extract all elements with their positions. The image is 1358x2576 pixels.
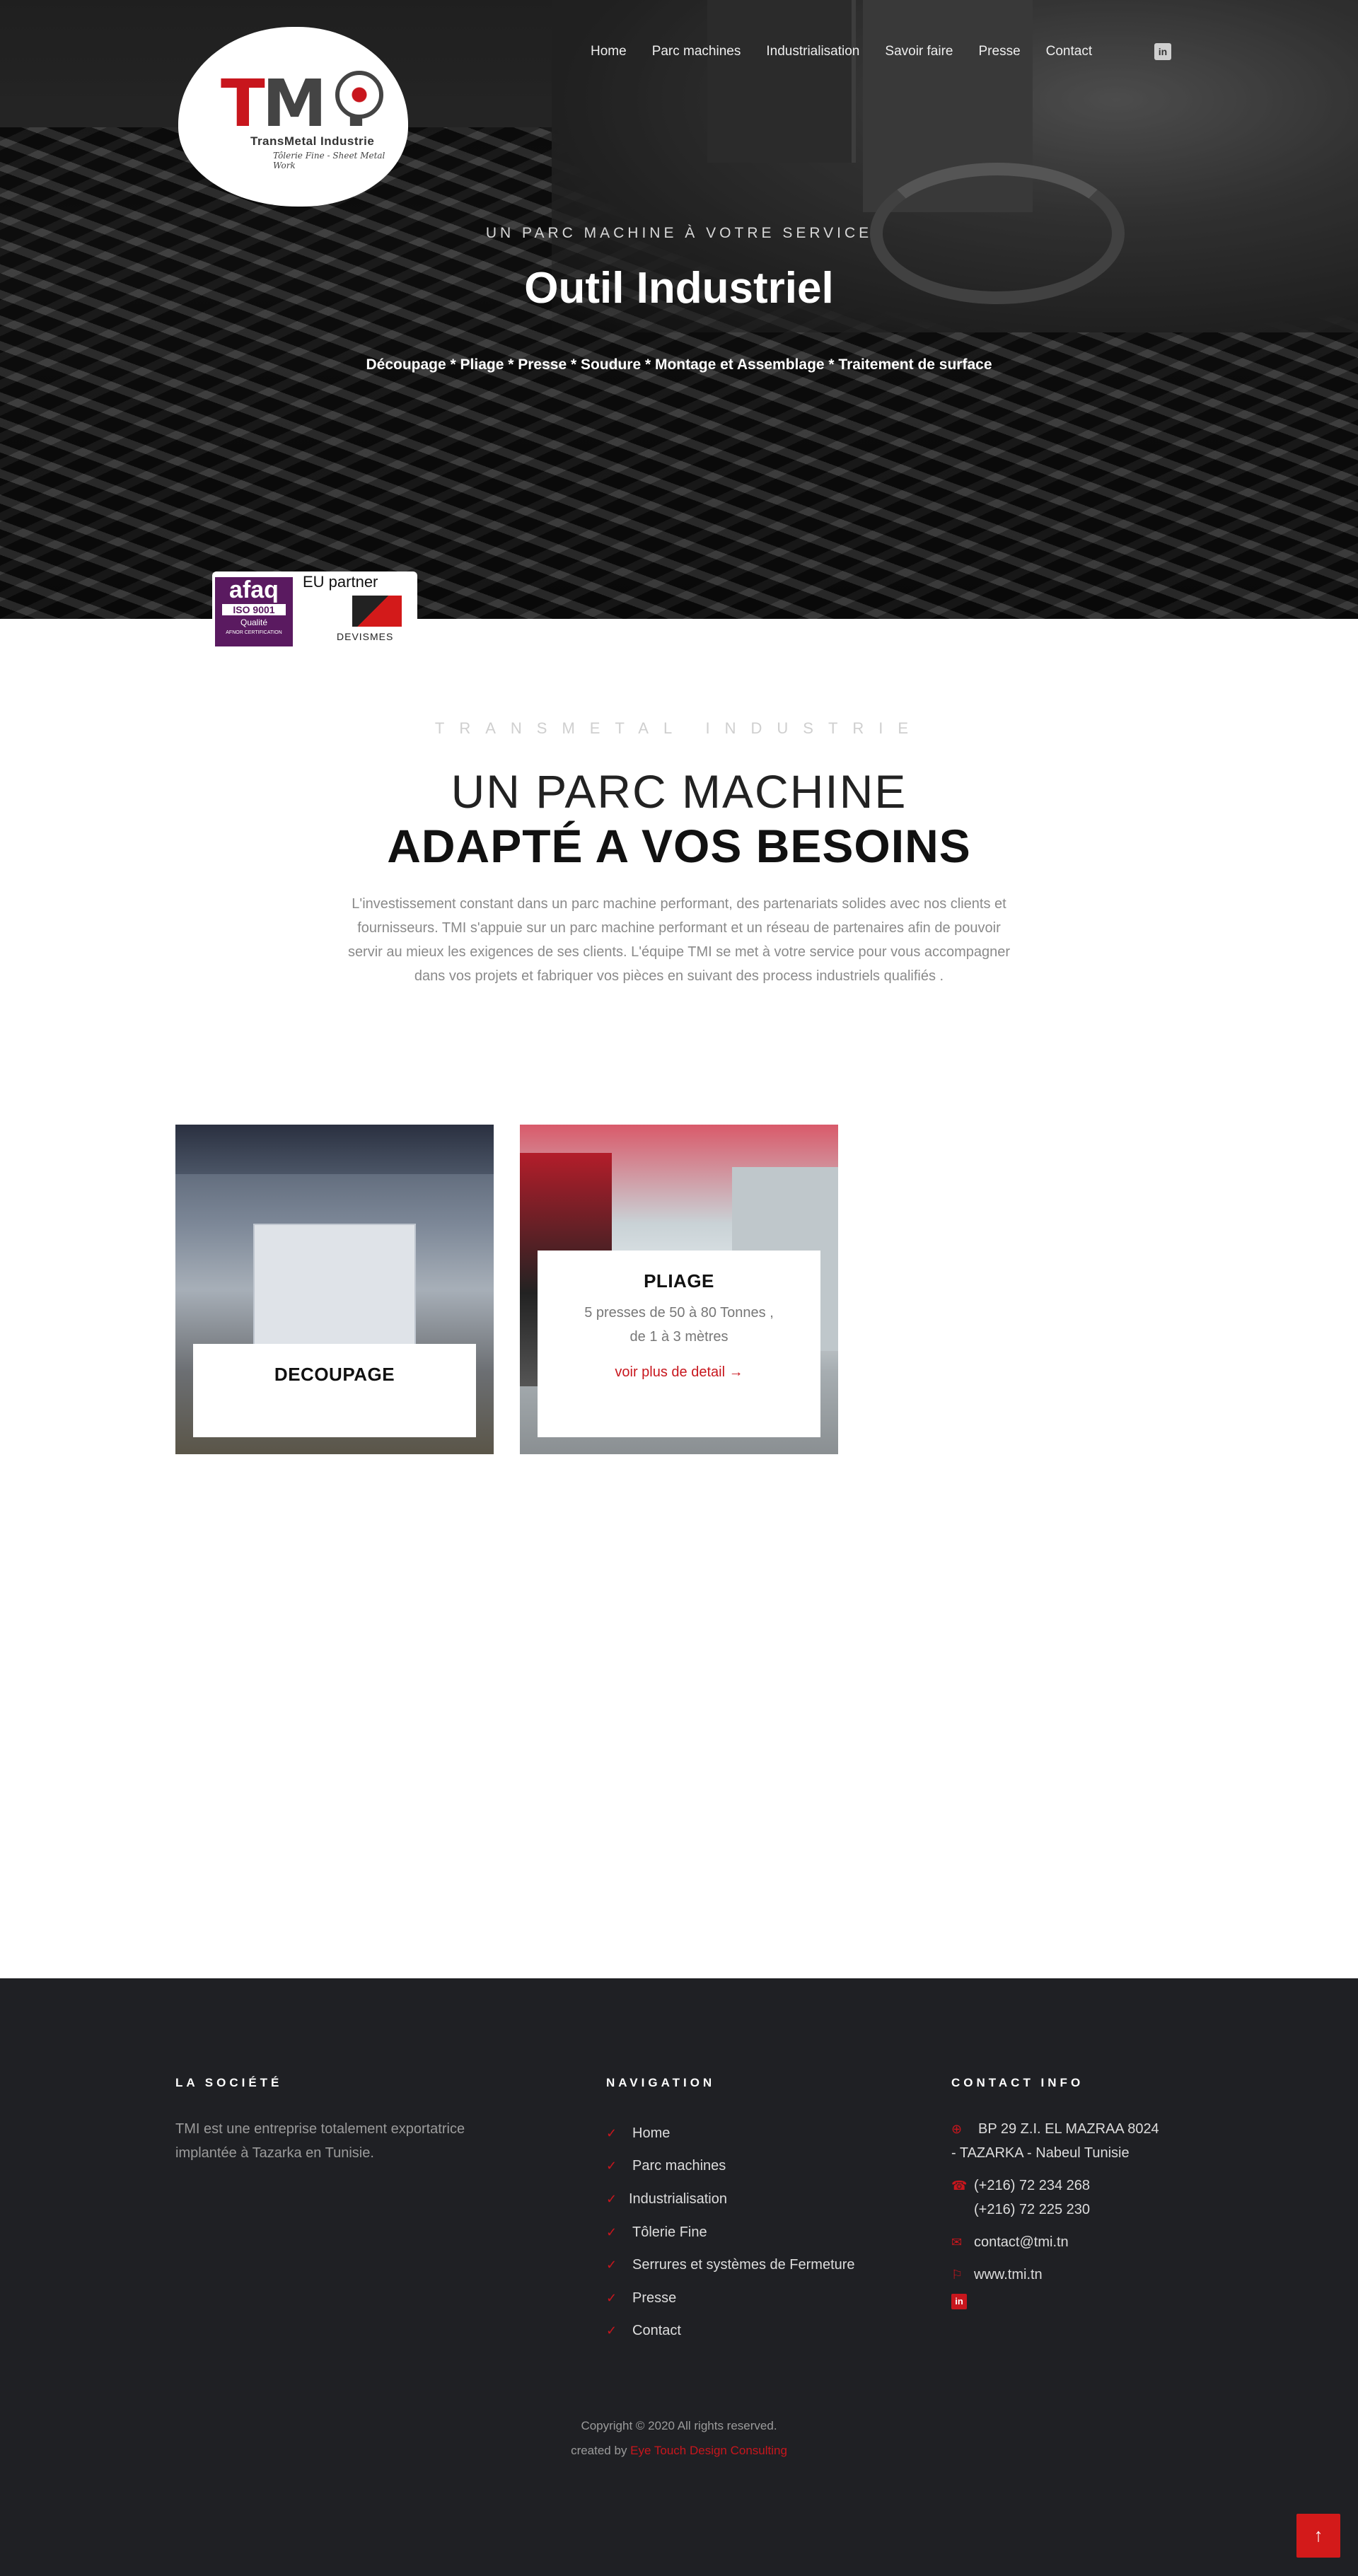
footer-nav: ✓ Home ✓ Parc machines ✓ Industrialisation … — [606, 2117, 855, 2348]
copyright: Copyright © 2020 All rights reserved. cr… — [571, 2419, 787, 2457]
card-description: 5 presses de 50 à 80 Tonnes , de 1 à 3 m… — [584, 1305, 774, 1345]
check-icon: ✓ — [606, 2125, 617, 2140]
contact-address: ⊕ BP 29 Z.I. EL MAZRAA 8024 - TAZARKA - N… — [951, 2117, 1163, 2165]
flag-icon: ⚐ — [951, 2268, 963, 2282]
contact-phone: ☎ (+216) 72 234 268 (+216) 72 225 230 — [951, 2174, 1163, 2222]
contact-email[interactable]: ✉ contact@tmi.tn — [951, 2230, 1163, 2254]
machine-card-decoupage[interactable]: DECOUPAGE — [175, 1125, 494, 1454]
certification-badges: afaq ISO 9001 Qualité AFNOR CERTIFICATIO… — [212, 572, 417, 651]
check-icon: ✓ — [606, 2159, 617, 2174]
nav-presse[interactable]: Presse — [979, 44, 1021, 59]
section-title-bold: ADAPTÉ A VOS BESOINS — [387, 820, 971, 872]
footer-nav-home[interactable]: ✓ Home — [606, 2117, 855, 2150]
nav-contact[interactable]: Contact — [1046, 44, 1092, 59]
footer-contact: ⊕ BP 29 Z.I. EL MAZRAA 8024 - TAZARKA - N… — [951, 2117, 1163, 2312]
check-icon: ✓ — [606, 2258, 617, 2273]
back-to-top-button[interactable]: ↑ — [1296, 2514, 1340, 2558]
footer-nav-serrures[interactable]: ✓ Serrures et systèmes de Fermeture — [606, 2249, 855, 2282]
nav-industrialisation[interactable]: Industrialisation — [766, 44, 859, 59]
card-title: PLIAGE — [644, 1270, 714, 1292]
arrow-up-icon: ↑ — [1313, 2524, 1323, 2546]
card-caption: DECOUPAGE — [193, 1344, 476, 1437]
footer-linkedin-icon[interactable]: in — [951, 2294, 967, 2309]
main-nav: Home Parc machines Industrialisation Sav… — [591, 44, 1118, 59]
footer-about-heading: LA SOCIÉTÉ — [175, 2076, 283, 2089]
hero-banner: TM I TransMetal Industrie Tôlerie Fine -… — [0, 0, 1358, 619]
card-more-link[interactable]: voir plus de detail → — [615, 1364, 743, 1381]
check-icon: ✓ — [606, 2224, 617, 2239]
card-photo — [253, 1224, 416, 1351]
footer-about-text: TMI est une entreprise totalement export… — [175, 2121, 465, 2161]
linkedin-icon[interactable]: in — [1154, 43, 1171, 60]
devismes-label: DEVISMES — [337, 631, 394, 642]
eu-partner-label: EU partner — [303, 573, 378, 591]
devismes-logo — [352, 596, 402, 627]
check-icon: ✓ — [606, 2191, 617, 2206]
card-caption: PLIAGE 5 presses de 50 à 80 Tonnes , de … — [538, 1251, 820, 1437]
nav-savoir-faire[interactable]: Savoir faire — [885, 44, 953, 59]
intro-paragraph: L'investissement constant dans un parc m… — [347, 896, 1011, 984]
footer-nav-heading: NAVIGATION — [606, 2076, 716, 2089]
footer-nav-presse[interactable]: ✓ Presse — [606, 2282, 855, 2315]
agency-link[interactable]: Eye Touch Design Consulting — [630, 2444, 787, 2457]
nav-home[interactable]: Home — [591, 44, 627, 59]
location-icon: ⊕ — [951, 2122, 963, 2136]
contact-website[interactable]: ⚐ www.tmi.tn — [951, 2263, 1163, 2287]
hero-services: Découpage * Pliage * Presse * Soudure * … — [366, 356, 992, 373]
site-logo[interactable]: TM I TransMetal Industrie Tôlerie Fine -… — [178, 27, 408, 204]
hero-title: Outil Industriel — [524, 264, 834, 313]
check-icon: ✓ — [606, 2290, 617, 2305]
footer-contact-heading: CONTACT INFO — [951, 2076, 1084, 2089]
footer-nav-tolerie[interactable]: ✓ Tôlerie Fine — [606, 2216, 855, 2249]
section-kicker: TRANSMETAL INDUSTRIE — [434, 719, 924, 737]
logo-tagline: Tôlerie Fine - Sheet Metal Work — [273, 151, 385, 170]
footer-nav-industrialisation[interactable]: ✓ Industrialisation — [606, 2183, 855, 2216]
nav-parc-machines[interactable]: Parc machines — [652, 44, 741, 59]
logo-name: TransMetal Industrie — [250, 134, 375, 148]
mail-icon: ✉ — [951, 2235, 963, 2249]
footer-nav-parc-machines[interactable]: ✓ Parc machines — [606, 2150, 855, 2183]
logo-circle-icon — [335, 71, 383, 119]
machine-card-pliage[interactable]: PLIAGE 5 presses de 50 à 80 Tonnes , de … — [520, 1125, 838, 1454]
afaq-iso-badge: afaq ISO 9001 Qualité AFNOR CERTIFICATIO… — [215, 577, 293, 646]
card-title: DECOUPAGE — [274, 1364, 395, 1385]
footer-nav-contact[interactable]: ✓ Contact — [606, 2315, 855, 2348]
hero-subtitle: UN PARC MACHINE À VOTRE SERVICE — [485, 225, 873, 241]
section-title-light: UN PARC MACHINE — [451, 765, 907, 818]
check-icon: ✓ — [606, 2323, 617, 2338]
phone-icon: ☎ — [951, 2178, 968, 2193]
